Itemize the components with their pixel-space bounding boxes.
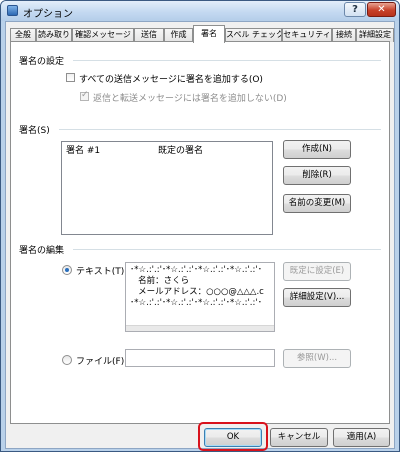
tab-read[interactable]: 読み取り [36, 28, 72, 42]
file-radio[interactable] [62, 355, 72, 365]
tab-signatures[interactable]: 署名 [193, 25, 225, 43]
signatures-panel: 署名の設定 すべての送信メッセージに署名を追加する(O) 返信と転送メッセージに… [10, 41, 390, 424]
signature-line: ･*☆.:'.:'･*☆.:'.:'･*☆.:'.:'･*☆.:'.:'･ [130, 298, 262, 308]
signature-line: メールアドレス：○○○@△△△.c [130, 287, 264, 297]
tab-general[interactable]: 全般 [10, 28, 36, 42]
no-reply-signature-checkbox[interactable] [80, 90, 89, 101]
set-default-button[interactable]: 既定に設定(E) [283, 262, 351, 281]
signature-name: 署名 #1 [66, 146, 101, 156]
file-path-input[interactable] [125, 349, 275, 367]
signature-line: ･*☆.:'.:'･*☆.:'.:'･*☆.:'.:'･*☆.:'.:'･ [130, 265, 262, 275]
ok-highlight-box [198, 422, 268, 451]
add-signature-checkbox[interactable] [66, 73, 75, 82]
signatures-heading: 署名(S) [19, 126, 50, 136]
tab-strip: 全般 読み取り 確認メッセージ 送信 作成 署名 スペル チェック セキュリティ… [10, 25, 394, 43]
rename-signature-button[interactable]: 名前の変更(M) [283, 194, 351, 213]
browse-button[interactable]: 参照(W)... [283, 349, 351, 368]
signature-type: 既定の署名 [158, 146, 204, 156]
close-button[interactable]: ✕ [367, 2, 396, 17]
tab-receipts[interactable]: 確認メッセージ [72, 28, 134, 42]
new-signature-button[interactable]: 作成(N) [283, 140, 351, 159]
divider [73, 249, 381, 250]
tab-connection[interactable]: 接続 [332, 28, 356, 42]
tab-spelling[interactable]: スペル チェック [225, 28, 282, 42]
remove-signature-button[interactable]: 削除(R) [283, 166, 351, 185]
horizontal-scrollbar[interactable] [126, 325, 274, 331]
list-item[interactable]: 署名 #1 既定の署名 [62, 142, 272, 156]
cancel-button[interactable]: キャンセル [270, 428, 328, 447]
signatures-list[interactable]: 署名 #1 既定の署名 [61, 141, 273, 235]
divider [73, 60, 381, 61]
add-signature-label: すべての送信メッセージに署名を追加する(O) [79, 75, 263, 85]
tab-advanced[interactable]: 詳細設定 [356, 28, 394, 42]
options-window: オプション ? ✕ 全般 読み取り 確認メッセージ 送信 作成 署名 スペル チ… [0, 0, 400, 452]
title-bar: オプション ? ✕ [1, 1, 399, 21]
signature-text-area[interactable]: ･*☆.:'.:'･*☆.:'.:'･*☆.:'.:'･*☆.:'.:'･ 名前… [125, 262, 275, 332]
tab-compose[interactable]: 作成 [164, 28, 193, 42]
edit-signature-heading: 署名の編集 [19, 246, 65, 256]
file-radio-label: ファイル(F) [76, 357, 125, 367]
window-title: オプション [23, 9, 73, 20]
signature-line: 名前：さくら [130, 276, 190, 286]
tab-security[interactable]: セキュリティ [282, 28, 332, 42]
apply-button[interactable]: 適用(A) [333, 428, 390, 447]
dialog-body: 全般 読み取り 確認メッセージ 送信 作成 署名 スペル チェック セキュリティ… [5, 21, 395, 451]
no-reply-signature-label: 返信と転送メッセージには署名を追加しない(D) [93, 94, 287, 104]
text-radio-label: テキスト(T) [76, 267, 125, 277]
signature-settings-heading: 署名の設定 [19, 57, 65, 67]
tab-send[interactable]: 送信 [134, 28, 164, 42]
help-button[interactable]: ? [344, 2, 366, 17]
advanced-button[interactable]: 詳細設定(V)... [283, 288, 351, 307]
app-icon [7, 5, 18, 16]
divider [59, 129, 381, 130]
text-radio[interactable] [62, 265, 72, 275]
